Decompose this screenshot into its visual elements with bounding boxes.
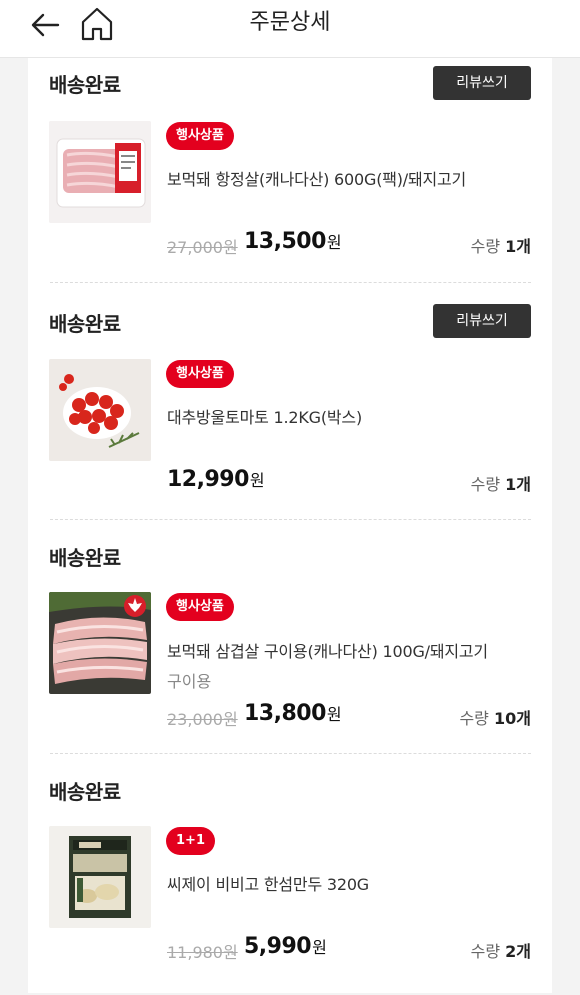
sale-price-value: 5,990 <box>244 934 312 959</box>
order-divider <box>50 753 531 754</box>
delivery-status: 배송완료 <box>49 546 121 570</box>
currency-label: 원 <box>326 705 342 724</box>
original-price: 27,000원 <box>167 238 238 257</box>
write-review-button[interactable]: 리뷰쓰기 <box>433 304 531 338</box>
quantity: 수량 2개 <box>471 938 531 962</box>
delivery-status: 배송완료 <box>49 780 121 804</box>
delivery-status: 배송완료 <box>49 73 121 97</box>
promo-badge: 행사상품 <box>166 593 234 621</box>
quantity: 수량 10개 <box>459 705 531 729</box>
pork-belly-image <box>49 592 151 694</box>
quantity-value: 2개 <box>505 942 531 961</box>
product-image[interactable] <box>49 592 151 694</box>
app-header: 주문상세 <box>0 0 580 58</box>
product-name[interactable]: 대추방울토마토 1.2KG(박스) <box>167 404 362 428</box>
currency-label: 원 <box>249 471 265 490</box>
sale-price: 12,990원 <box>167 467 265 492</box>
currency-label: 원 <box>312 938 327 957</box>
sale-price: 13,800원 <box>244 701 342 726</box>
original-price: 11,980원 <box>167 943 238 962</box>
quantity-label: 수량 <box>470 237 501 256</box>
order-divider <box>50 282 531 283</box>
product-name[interactable]: 보먹돼 항정살(캐나다산) 600G(팩)/돼지고기 <box>167 166 466 190</box>
quantity-value: 1개 <box>505 475 531 494</box>
product-name[interactable]: 씨제이 비비고 한섬만두 320G <box>167 871 369 895</box>
sale-price-value: 13,500 <box>244 229 326 254</box>
quantity-value: 1개 <box>505 237 531 256</box>
pork-pack-image <box>49 121 151 223</box>
sale-price: 13,500원 <box>244 229 342 254</box>
tomato-bowl-image <box>49 359 151 461</box>
product-name[interactable]: 보먹돼 삼겹살 구이용(캐나다산) 100G/돼지고기 <box>167 638 488 662</box>
sale-price-value: 12,990 <box>167 467 249 492</box>
promo-badge: 행사상품 <box>166 122 234 150</box>
product-image[interactable] <box>49 359 151 461</box>
order-list-card: 배송완료 리뷰쓰기 행사상품 보먹돼 항정살(캐나다산) 600G(팩)/돼지고… <box>28 58 552 993</box>
currency-label: 원 <box>326 233 342 252</box>
quantity-label: 수량 <box>459 709 489 728</box>
sale-price: 5,990원 <box>244 934 327 959</box>
promo-badge: 행사상품 <box>166 360 234 388</box>
product-image[interactable] <box>49 121 151 223</box>
quantity-value: 10개 <box>494 709 531 728</box>
write-review-button[interactable]: 리뷰쓰기 <box>433 66 531 100</box>
promo-badge: 1+1 <box>166 827 215 855</box>
quantity-label: 수량 <box>470 942 501 961</box>
sale-price-value: 13,800 <box>244 701 326 726</box>
dumpling-pack-image <box>49 826 151 928</box>
quantity: 수량 1개 <box>471 471 531 495</box>
product-option: 구이용 <box>167 672 212 691</box>
page-title: 주문상세 <box>249 10 331 35</box>
original-price: 23,000원 <box>167 710 238 729</box>
order-divider <box>50 519 531 520</box>
quantity: 수량 1개 <box>471 233 531 257</box>
delivery-status: 배송완료 <box>49 312 121 336</box>
quantity-label: 수량 <box>470 475 501 494</box>
product-image[interactable] <box>49 826 151 928</box>
